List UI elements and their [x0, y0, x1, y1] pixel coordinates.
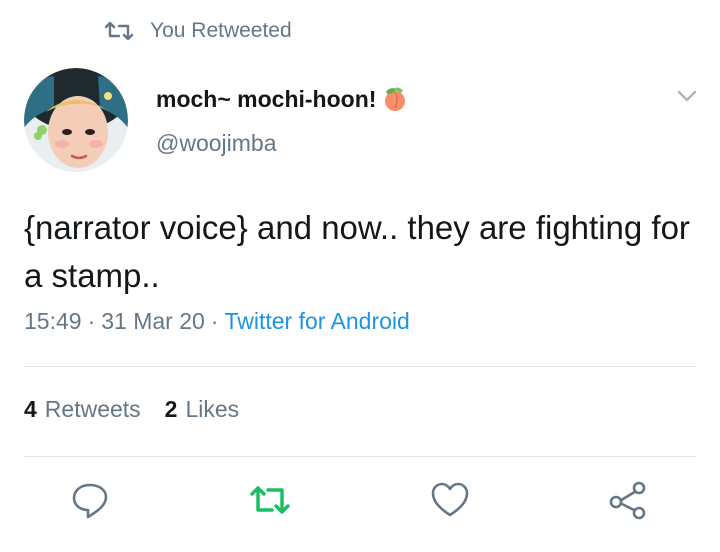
- divider: [24, 366, 696, 367]
- share-button[interactable]: [606, 478, 650, 522]
- author-info[interactable]: moch~ mochi-hoon! @woojimba: [156, 82, 408, 157]
- retweet-context: You Retweeted: [104, 16, 292, 46]
- divider: [24, 456, 696, 457]
- retweet-icon: [104, 21, 134, 41]
- like-button[interactable]: [428, 478, 472, 522]
- tweet-date: 31 Mar 20: [101, 308, 205, 334]
- retweet-icon: [250, 486, 290, 514]
- tweet-time: 15:49: [24, 308, 82, 334]
- retweets-count: 4: [24, 396, 37, 422]
- retweets-label: Retweets: [44, 396, 141, 422]
- meta-separator: ·: [210, 308, 219, 334]
- action-bar: [0, 478, 720, 534]
- author-display-name[interactable]: moch~ mochi-hoon!: [156, 82, 408, 116]
- retweet-button[interactable]: [248, 478, 292, 522]
- peach-emoji-icon: [385, 87, 406, 111]
- display-name-text: moch~ mochi-hoon!: [156, 85, 377, 112]
- reply-icon: [72, 483, 108, 519]
- share-icon: [609, 481, 646, 520]
- retweets-stat[interactable]: 4 Retweets: [24, 396, 141, 423]
- author-handle[interactable]: @woojimba: [156, 130, 408, 157]
- tweet-text: {narrator voice} and now.. they are figh…: [24, 209, 690, 294]
- meta-separator: ·: [87, 308, 96, 334]
- retweet-context-label: You Retweeted: [150, 19, 292, 42]
- heart-icon: [431, 482, 469, 517]
- avatar[interactable]: [24, 68, 128, 172]
- tweet-stats: 4 Retweets 2 Likes: [24, 396, 263, 423]
- likes-count: 2: [164, 396, 178, 422]
- chevron-down-icon[interactable]: [676, 88, 698, 104]
- tweet-client-link[interactable]: Twitter for Android: [224, 308, 409, 334]
- likes-stat[interactable]: 2 Likes: [165, 396, 240, 423]
- likes-label: Likes: [185, 396, 240, 422]
- tweet-meta: 15:49 · 31 Mar 20 · Twitter for Android: [24, 308, 410, 335]
- reply-button[interactable]: [68, 478, 112, 522]
